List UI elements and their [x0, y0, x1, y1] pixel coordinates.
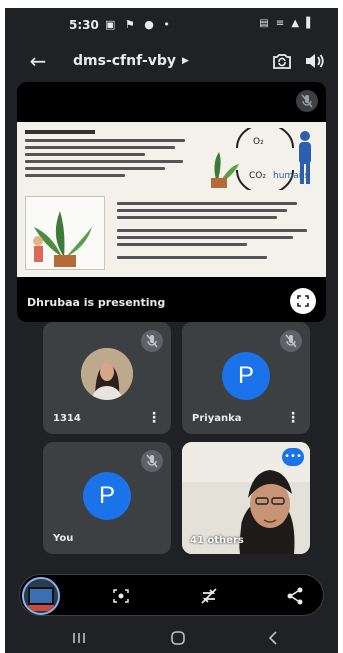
others-count-label: 41 others [190, 535, 244, 546]
slide-plant-illustration [25, 196, 105, 270]
mic-off-icon [280, 330, 302, 352]
shared-slide: O₂ CO₂ humans [17, 122, 326, 277]
system-navigation-bar [5, 622, 338, 653]
meeting-code-button[interactable]: dms-cfnf-vby ▶ [73, 53, 189, 69]
switch-camera-icon[interactable] [270, 49, 294, 73]
stop-sharing-icon[interactable] [198, 585, 220, 607]
participant-tile-1314[interactable]: 1314 ⋮ [43, 322, 171, 434]
notification-icons: ▣ ⚑ ● • [105, 18, 173, 31]
status-bar: 5:30 ▣ ⚑ ● • ▤ ≡ ▲ ▌ [5, 8, 338, 42]
back-arrow-icon[interactable]: ← [25, 48, 51, 74]
participant-name: 1314 [53, 413, 81, 424]
slide-o2-label: O₂ [253, 137, 264, 147]
chevron-right-icon: ▶ [182, 56, 189, 66]
slide-co2-label: CO₂ [249, 171, 266, 181]
avatar [81, 348, 133, 400]
fullscreen-icon[interactable] [290, 288, 316, 314]
participant-name: You [53, 533, 74, 544]
mic-off-icon [296, 90, 318, 112]
mic-off-icon [141, 330, 163, 352]
presentation-tile[interactable]: O₂ CO₂ humans Dhrubaa is presenting [17, 82, 326, 322]
more-vert-icon[interactable]: ⋮ [286, 410, 300, 426]
participant-tile-you[interactable]: P You [43, 442, 171, 554]
recent-apps-icon[interactable] [69, 628, 89, 648]
speaker-icon[interactable] [302, 49, 326, 73]
participant-tile-others[interactable]: ••• 41 others [182, 442, 310, 554]
screen-capture-icon[interactable] [110, 585, 132, 607]
meeting-code-text: dms-cfnf-vby [73, 53, 177, 69]
mic-off-icon [141, 450, 163, 472]
home-icon[interactable] [168, 628, 188, 648]
speaking-indicator-icon: ••• [282, 448, 304, 466]
system-status-icons: ▤ ≡ ▲ ▌ [259, 18, 316, 29]
gas-exchange-diagram: O₂ CO₂ humans [211, 128, 311, 190]
share-icon[interactable] [284, 585, 306, 607]
more-vert-icon[interactable]: ⋮ [147, 410, 161, 426]
meeting-top-bar: ← dms-cfnf-vby ▶ [5, 42, 338, 82]
self-preview-thumbnail[interactable] [22, 577, 60, 615]
avatar: P [83, 472, 131, 520]
participant-tile-priyanka[interactable]: P Priyanka ⋮ [182, 322, 310, 434]
avatar: P [222, 352, 270, 400]
slide-text-block [25, 130, 190, 181]
phone-screen: 5:30 ▣ ⚑ ● • ▤ ≡ ▲ ▌ ← dms-cfnf-vby ▶ O₂… [5, 8, 338, 653]
back-nav-icon[interactable] [263, 628, 283, 648]
call-controls-bar [19, 574, 324, 616]
participant-name: Priyanka [192, 413, 242, 424]
status-time: 5:30 [69, 18, 99, 32]
slide-humans-label: humans [273, 171, 309, 181]
presenter-label: Dhrubaa is presenting [27, 296, 166, 309]
slide-text-block-2 [117, 202, 317, 263]
